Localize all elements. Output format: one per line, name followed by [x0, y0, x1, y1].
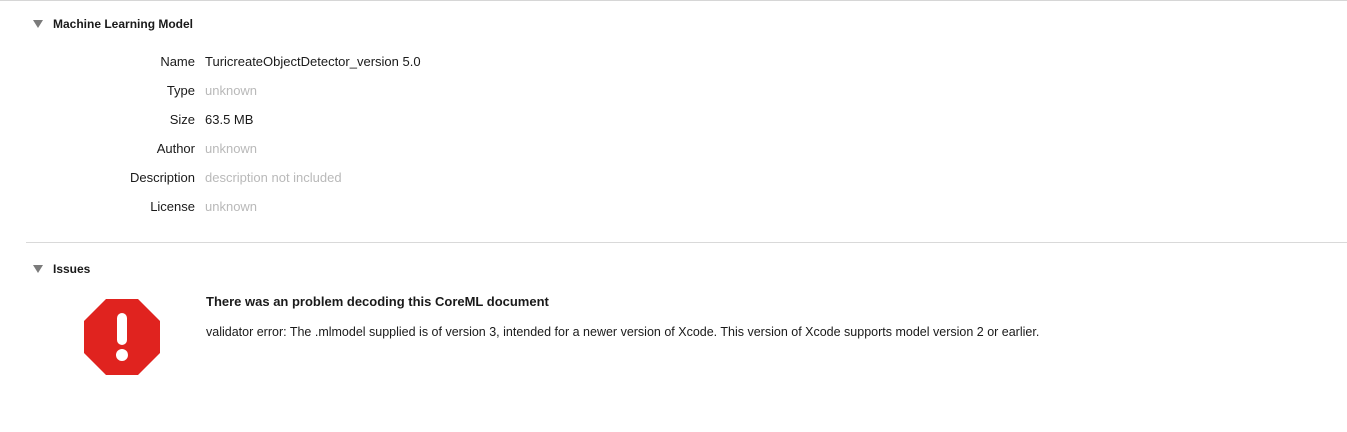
property-label: Size — [169, 112, 195, 127]
property-label: Type — [166, 83, 195, 98]
property-row-author: Author unknown — [0, 139, 700, 159]
property-value: description not included — [205, 170, 342, 185]
error-stop-icon — [83, 298, 161, 376]
property-row-license: License unknown — [0, 197, 700, 217]
model-section-title: Machine Learning Model — [53, 17, 194, 31]
property-label: Description — [129, 170, 195, 185]
disclosure-triangle-icon[interactable] — [33, 265, 43, 273]
property-value: 63.5 MB — [205, 112, 254, 127]
property-label: License — [150, 199, 195, 214]
property-row-size: Size 63.5 MB — [0, 110, 700, 130]
top-border — [0, 0, 1347, 1]
section-divider — [26, 242, 1347, 243]
property-row-type: Type unknown — [0, 81, 700, 101]
property-value: unknown — [205, 83, 258, 98]
issue-message: validator error: The .mlmodel supplied i… — [206, 325, 1040, 339]
property-value: TuricreateObjectDetector_version 5.0 — [205, 54, 421, 69]
issue-title: There was an problem decoding this CoreM… — [206, 294, 549, 309]
property-label: Author — [156, 141, 195, 156]
model-section-header[interactable]: Machine Learning Model — [33, 17, 193, 31]
issues-section-title: Issues — [53, 262, 91, 276]
property-row-description: Description description not included — [0, 168, 700, 188]
disclosure-triangle-icon[interactable] — [33, 20, 43, 28]
property-value: unknown — [205, 199, 258, 214]
property-row-name: Name TuricreateObjectDetector_version 5.… — [0, 52, 700, 72]
property-label: Name — [160, 54, 195, 69]
issues-section-header[interactable]: Issues — [33, 262, 90, 276]
property-value: unknown — [205, 141, 258, 156]
